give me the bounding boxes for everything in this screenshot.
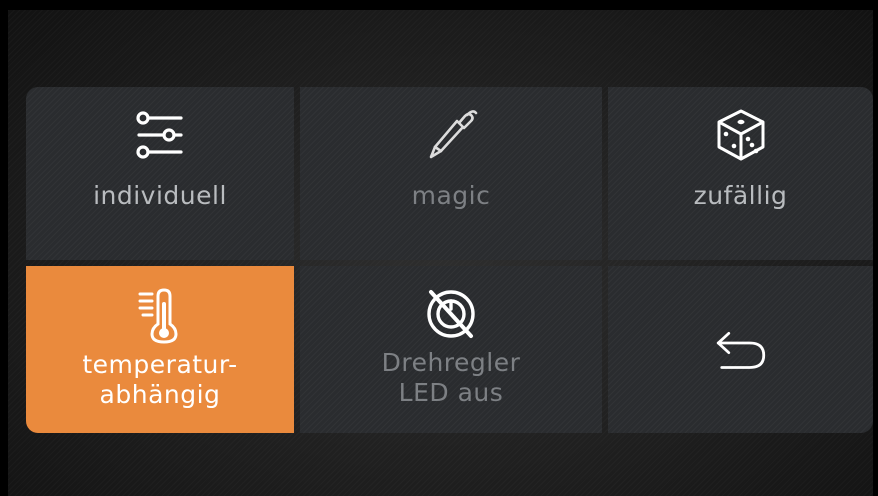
tile-zufaellig[interactable]: zufällig	[608, 87, 873, 260]
back-button[interactable]	[608, 266, 873, 433]
tile-magic[interactable]: magic	[300, 87, 602, 260]
dice-icon	[713, 107, 769, 163]
tile-label: individuell	[93, 181, 227, 210]
tile-label: magic	[411, 181, 491, 210]
knob-off-icon	[423, 286, 479, 342]
tile-temperaturabhaengig[interactable]: temperatur- abhängig	[26, 266, 294, 433]
screen-background: individuell magic zufällig temperatur- a…	[8, 10, 873, 496]
tile-individuell[interactable]: individuell	[26, 87, 294, 260]
pen-icon	[423, 107, 479, 163]
tile-label-line1: temperatur-	[82, 350, 238, 379]
tile-label-line2: abhängig	[99, 380, 221, 409]
sliders-icon	[132, 107, 188, 163]
tile-label: temperatur- abhängig	[82, 350, 237, 410]
tile-label: Drehregler LED aus	[382, 348, 521, 408]
mode-menu-grid: individuell magic zufällig temperatur- a…	[26, 87, 873, 433]
tile-drehregler-led-aus[interactable]: Drehregler LED aus	[300, 266, 602, 433]
tile-label-line2: LED aus	[398, 378, 504, 407]
tile-label-line1: Drehregler	[381, 348, 521, 377]
thermometer-icon	[132, 288, 188, 344]
tile-label: zufällig	[693, 181, 788, 210]
back-arrow-icon	[713, 322, 769, 378]
